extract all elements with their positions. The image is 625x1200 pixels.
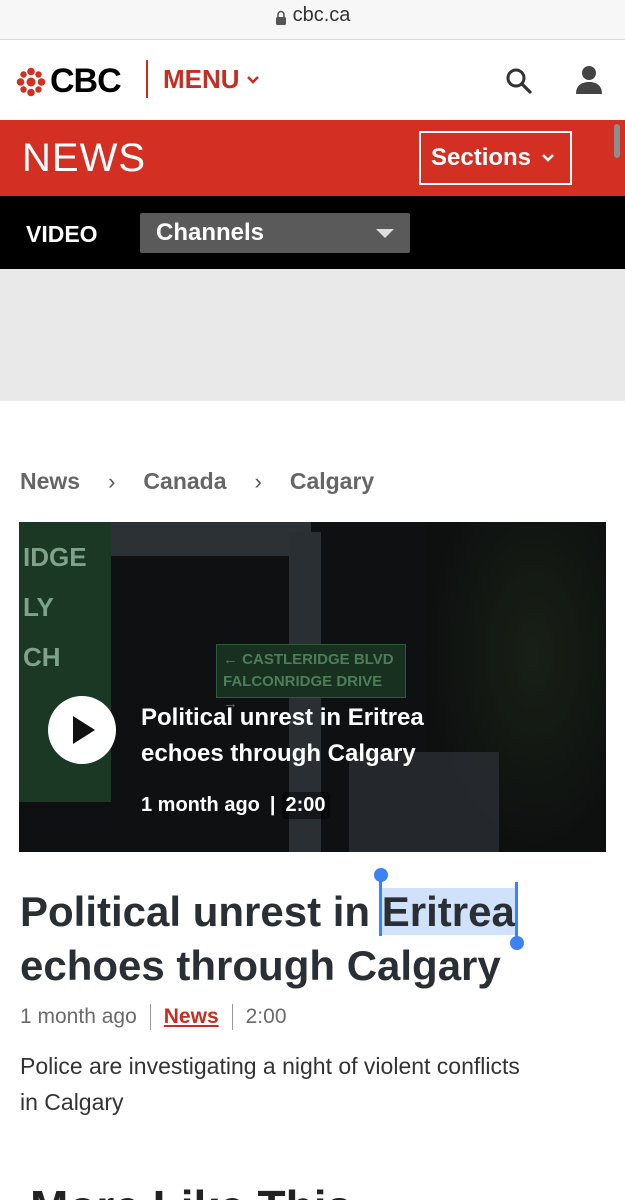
headline-text-before: Political unrest in <box>20 888 382 935</box>
video-bar: VIDEO Channels <box>0 196 625 269</box>
player-meta: 1 month ago | 2:00 <box>141 792 330 819</box>
selection-end-line <box>515 882 518 940</box>
play-button[interactable] <box>48 696 116 764</box>
meta-divider <box>149 1004 151 1030</box>
url-text: cbc.ca <box>292 4 351 26</box>
breadcrumb-canada[interactable]: Canada <box>143 468 226 495</box>
channels-select[interactable]: Channels <box>140 213 410 253</box>
channels-selected-value: Channels <box>156 219 265 246</box>
article-summary: Police are investigating a night of viol… <box>20 1053 520 1115</box>
logo-text: CBC <box>50 62 122 100</box>
video-thumbnail-sign-text: IDGE LY CH <box>23 542 87 672</box>
header-divider <box>146 60 148 98</box>
video-thumbnail-street-sign: ← CASTLERIDGE BLVD FALCONRIDGE DRIVE → <box>216 644 406 712</box>
chevron-right-icon: › <box>108 468 116 494</box>
headline-text-after: echoes through Calgary <box>20 942 501 989</box>
dropdown-triangle-icon <box>376 229 394 238</box>
street-sign-line-1: ← CASTLERIDGE BLVD <box>223 651 394 668</box>
article-duration: 2:00 <box>245 1005 287 1028</box>
chevron-down-icon <box>246 75 259 84</box>
browser-url-bar[interactable]: cbc.ca <box>0 0 625 40</box>
play-icon <box>73 716 95 744</box>
breadcrumb-calgary[interactable]: Calgary <box>290 468 374 495</box>
breadcrumb: News › Canada › Calgary <box>20 468 374 495</box>
search-icon[interactable] <box>504 66 534 96</box>
user-icon[interactable] <box>574 64 604 96</box>
selection-start-line <box>379 876 382 936</box>
news-bar: NEWS Sections <box>0 120 625 196</box>
sections-label: Sections <box>431 144 532 171</box>
cbc-logo[interactable]: CBC <box>16 62 122 101</box>
site-header: CBC MENU <box>0 40 625 120</box>
news-section-title[interactable]: NEWS <box>22 136 146 181</box>
article-category-link[interactable]: News <box>164 1005 219 1029</box>
video-label[interactable]: VIDEO <box>26 221 98 248</box>
ad-placeholder <box>0 269 625 401</box>
player-duration: 2:00 <box>281 792 330 819</box>
player-meta-divider: | <box>269 794 276 816</box>
breadcrumb-news[interactable]: News <box>20 468 80 495</box>
more-like-this-heading: More Like This <box>30 1180 352 1200</box>
sections-button[interactable]: Sections <box>419 131 572 185</box>
chevron-right-icon: › <box>254 468 262 494</box>
meta-divider <box>231 1004 233 1030</box>
video-thumbnail-pole <box>111 522 311 556</box>
cbc-gem-icon <box>16 67 46 96</box>
menu-button[interactable]: MENU <box>163 64 260 95</box>
article-headline: Political unrest in Eritrea echoes throu… <box>20 885 580 993</box>
lock-icon <box>275 10 286 25</box>
menu-label: MENU <box>163 64 240 94</box>
scrollbar[interactable] <box>614 124 620 158</box>
chevron-down-icon <box>542 154 554 162</box>
selection-end-handle[interactable] <box>510 936 524 950</box>
player-age: 1 month ago <box>141 794 260 816</box>
player-title: Political unrest in Eritrea echoes throu… <box>141 704 424 767</box>
headline-selected-text[interactable]: Eritrea <box>381 888 515 935</box>
article-age: 1 month ago <box>20 1005 137 1028</box>
article-meta: 1 month ago News 2:00 <box>20 1004 287 1030</box>
